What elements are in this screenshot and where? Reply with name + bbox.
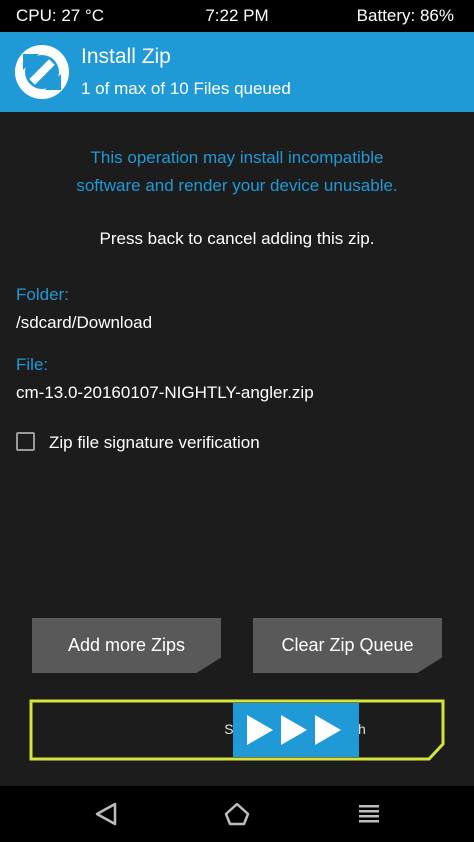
twrp-logo-icon	[15, 45, 69, 99]
instruction-text: Press back to cancel adding this zip.	[99, 229, 375, 248]
clear-zip-queue-button[interactable]: Clear Zip Queue	[253, 618, 442, 673]
queue-count: 1 of max of 10 Files queued	[81, 79, 291, 98]
home-icon[interactable]	[222, 800, 252, 828]
navigation-bar	[0, 786, 474, 842]
file-label: File:	[16, 355, 49, 374]
add-more-zips-button[interactable]: Add more Zips	[32, 618, 221, 673]
folder-label: Folder:	[16, 285, 69, 304]
page-title: Install Zip	[81, 45, 171, 68]
warning-message: This operation may install incompatible …	[0, 144, 474, 200]
warning-line-1: This operation may install incompatible	[90, 148, 384, 167]
back-triangle-icon[interactable]	[91, 800, 121, 828]
file-name: cm-13.0-20160107-NIGHTLY-angler.zip	[16, 383, 314, 402]
status-bar: CPU: 27 °C 7:22 PM Battery: 86%	[0, 0, 474, 32]
battery-level: Battery: 86%	[356, 6, 454, 25]
signature-verification-label[interactable]: Zip file signature verification	[49, 433, 260, 453]
folder-path: /sdcard/Download	[16, 313, 153, 332]
menu-icon[interactable]	[354, 800, 384, 828]
signature-verification-checkbox[interactable]	[16, 432, 35, 451]
header-bar: Install Zip 1 of max of 10 Files queued	[0, 32, 474, 112]
warning-line-2: software and render your device unusable…	[76, 176, 398, 195]
swipe-arrows-icon	[247, 715, 341, 745]
